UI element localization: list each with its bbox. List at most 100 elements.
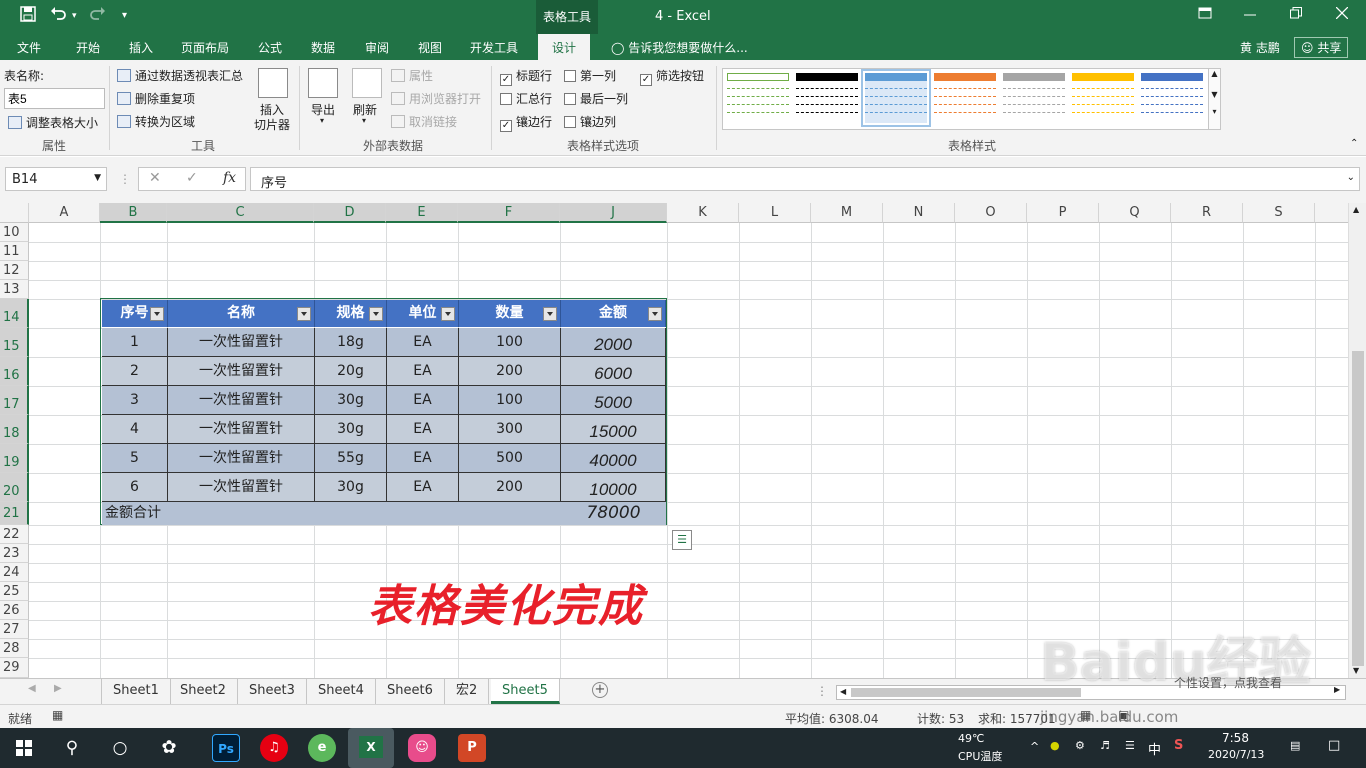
- enter-icon[interactable]: ✓: [186, 170, 198, 186]
- insert-function-icon[interactable]: fx: [223, 170, 236, 186]
- table-cell[interactable]: 15000: [561, 415, 666, 444]
- table-cell[interactable]: 6000: [561, 357, 666, 386]
- table-cell[interactable]: 200: [459, 473, 561, 502]
- row-header[interactable]: 21: [0, 502, 29, 525]
- table-cell[interactable]: 一次性留置针: [168, 415, 315, 444]
- column-header[interactable]: L: [739, 203, 811, 223]
- table-cell[interactable]: 500: [459, 444, 561, 473]
- watermark-settings-link[interactable]: 个性设置，点我查看: [1174, 674, 1282, 691]
- column-header[interactable]: A: [29, 203, 100, 223]
- tray-expand-icon[interactable]: ^: [1030, 740, 1039, 753]
- table-style-swatch-orange[interactable]: [934, 73, 996, 123]
- formula-input[interactable]: 序号 ⌄: [250, 167, 1360, 191]
- table-cell[interactable]: 10000: [561, 473, 666, 502]
- expand-formula-icon[interactable]: ⌄: [1347, 172, 1355, 183]
- netease-music-icon[interactable]: ♫: [260, 734, 288, 762]
- column-header[interactable]: P: [1027, 203, 1099, 223]
- notes-icon[interactable]: ▤: [1290, 739, 1300, 752]
- new-sheet-icon[interactable]: +: [592, 682, 608, 698]
- tab-home[interactable]: 开始: [76, 39, 100, 56]
- minimize-icon[interactable]: [1244, 7, 1256, 23]
- table-cell[interactable]: 一次性留置针: [168, 357, 315, 386]
- scroll-right-icon[interactable]: ▶: [1334, 685, 1340, 694]
- table-cell[interactable]: 300: [459, 415, 561, 444]
- tab-insert[interactable]: 插入: [129, 39, 153, 56]
- tell-me-search[interactable]: ◯ 告诉我您想要做什么...: [611, 39, 748, 56]
- tab-formulas[interactable]: 公式: [258, 39, 282, 56]
- row-header[interactable]: 25: [0, 582, 29, 601]
- name-box[interactable]: B14 ▼: [5, 167, 107, 191]
- table-style-swatch-gray[interactable]: [1003, 73, 1065, 123]
- sheet-tab[interactable]: Sheet2: [169, 679, 238, 704]
- table-cell[interactable]: EA: [387, 415, 459, 444]
- filter-dropdown-icon[interactable]: [297, 307, 311, 321]
- row-header[interactable]: 29: [0, 658, 29, 678]
- row-header[interactable]: 11: [0, 242, 29, 261]
- row-header[interactable]: 16: [0, 357, 29, 386]
- name-box-dropdown-icon[interactable]: ▼: [94, 173, 101, 183]
- table-cell[interactable]: 200: [459, 357, 561, 386]
- last-column-checkbox[interactable]: 最后一列: [564, 90, 628, 107]
- gallery-scroll[interactable]: ▲ ▼ ▾: [1208, 68, 1221, 130]
- table-cell[interactable]: EA: [387, 328, 459, 357]
- macro-record-icon[interactable]: ▦: [52, 708, 63, 722]
- first-column-checkbox[interactable]: 第一列: [564, 67, 616, 84]
- table-cell[interactable]: EA: [387, 444, 459, 473]
- select-all-corner[interactable]: [0, 203, 29, 223]
- remove-duplicates-button[interactable]: 删除重复项: [117, 90, 195, 107]
- tab-view[interactable]: 视图: [418, 39, 442, 56]
- sogou-ime-icon[interactable]: S: [1174, 738, 1183, 753]
- table-cell[interactable]: 5000: [561, 386, 666, 415]
- save-icon[interactable]: [20, 6, 36, 26]
- filter-dropdown-icon[interactable]: [648, 307, 662, 321]
- row-header[interactable]: 22: [0, 525, 29, 544]
- table-style-swatch-black[interactable]: [796, 73, 858, 123]
- tab-developer[interactable]: 开发工具: [470, 39, 518, 56]
- sheet-tab-active[interactable]: Sheet5: [491, 679, 560, 704]
- volume-icon[interactable]: ♬: [1100, 739, 1110, 752]
- table-style-swatch-darkblue[interactable]: [1141, 73, 1203, 123]
- undo-icon[interactable]: [50, 6, 68, 26]
- search-icon[interactable]: ⚲: [58, 734, 86, 762]
- ribbon-display-icon[interactable]: [1198, 7, 1212, 23]
- table-cell[interactable]: 2: [102, 357, 168, 386]
- restore-icon[interactable]: [1290, 7, 1302, 23]
- column-header[interactable]: B: [100, 203, 167, 223]
- total-row-checkbox[interactable]: 汇总行: [500, 90, 552, 107]
- wifi-icon[interactable]: ☰: [1125, 739, 1135, 752]
- gallery-down-icon[interactable]: ▼: [1209, 90, 1220, 99]
- row-header[interactable]: 24: [0, 563, 29, 582]
- convert-to-range-button[interactable]: 转换为区域: [117, 113, 195, 130]
- table-cell[interactable]: EA: [387, 473, 459, 502]
- row-header[interactable]: 20: [0, 473, 29, 502]
- table-cell[interactable]: 1: [102, 328, 168, 357]
- column-header[interactable]: R: [1171, 203, 1243, 223]
- scroll-up-icon[interactable]: ▲: [1353, 205, 1359, 214]
- column-header[interactable]: N: [883, 203, 955, 223]
- table-header-cell[interactable]: 金额: [561, 300, 666, 327]
- table-cell[interactable]: 3: [102, 386, 168, 415]
- scroll-down-icon[interactable]: ▼: [1353, 666, 1359, 675]
- row-header[interactable]: 28: [0, 639, 29, 658]
- tab-review[interactable]: 审阅: [365, 39, 389, 56]
- sheet-tab[interactable]: Sheet4: [307, 679, 376, 704]
- clock-date[interactable]: 2020/7/13: [1208, 748, 1264, 761]
- table-cell[interactable]: EA: [387, 357, 459, 386]
- banded-rows-checkbox[interactable]: ✓ 镶边行: [500, 113, 552, 132]
- tab-split-grip-icon[interactable]: ⋮: [816, 684, 828, 698]
- table-cell[interactable]: 18g: [315, 328, 387, 357]
- row-header[interactable]: 14: [0, 299, 29, 328]
- undo-dropdown-icon[interactable]: ▾: [72, 11, 77, 21]
- table-header-cell[interactable]: 单位: [387, 300, 459, 327]
- banded-columns-checkbox[interactable]: 镶边列: [564, 113, 616, 130]
- row-header[interactable]: 27: [0, 620, 29, 639]
- export-icon[interactable]: [308, 68, 338, 98]
- row-header[interactable]: 15: [0, 328, 29, 357]
- table-header-cell[interactable]: 名称: [168, 300, 315, 327]
- close-icon[interactable]: [1335, 6, 1349, 23]
- gallery-up-icon[interactable]: ▲: [1209, 69, 1220, 78]
- meitu-icon[interactable]: ☺: [408, 734, 436, 762]
- header-row-checkbox[interactable]: ✓ 标题行: [500, 67, 552, 86]
- table-cell[interactable]: 100: [459, 386, 561, 415]
- collapse-ribbon-icon[interactable]: ⌃: [1350, 138, 1358, 149]
